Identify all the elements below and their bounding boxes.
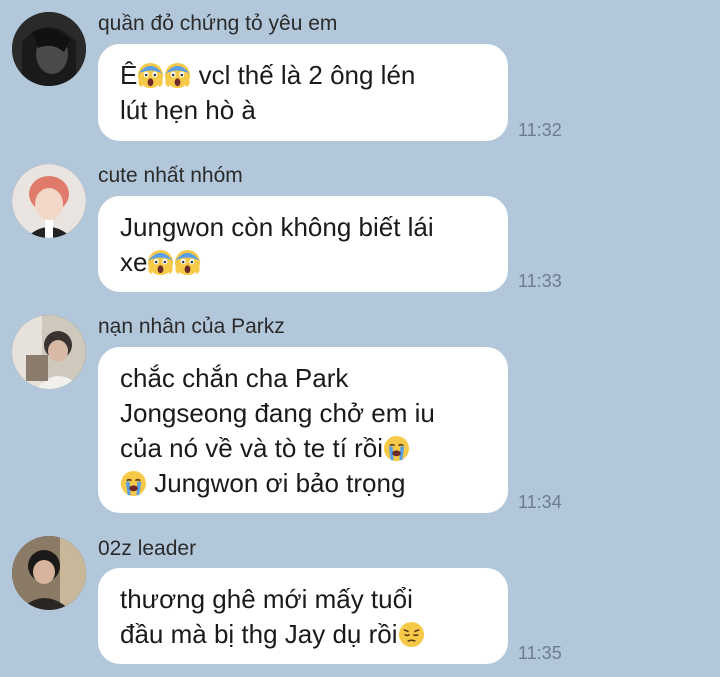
message-line: của nó về và tò te tí rồi [120,431,486,466]
message-line: Ê vcl thế là 2 ông lén [120,60,416,90]
crying-emoji-icon [120,470,147,497]
scream-emoji-icon [147,249,174,276]
scream-emoji-icon [164,62,191,89]
message-bubble[interactable]: Ê vcl thế là 2 ông lén lút hẹn hò à [98,44,508,141]
message-bubble[interactable]: chắc chắn cha Park Jongseong đang chở em… [98,347,508,513]
scream-emoji-icon [137,62,164,89]
timestamp: 11:33 [518,271,562,291]
sender-name: quần đỏ chứng tỏ yêu em [98,12,338,35]
avatar[interactable] [12,164,86,238]
sender-name: cute nhất nhóm [98,164,243,187]
message-line: thương ghê mới mấy tuổi [120,584,413,614]
avatar[interactable] [12,315,86,389]
message-line: Jungwon còn không biết lái [120,212,434,242]
message-line: Jungwon ơi bảo trọng [120,466,486,501]
message-bubble[interactable]: Jungwon còn không biết lái xe [98,196,508,292]
timestamp: 11:34 [518,492,562,512]
message-line: đầu mà bị thg Jay dụ rồi [120,617,486,652]
crying-emoji-icon [383,435,410,462]
message-line: lút hẹn hò à [120,95,256,125]
message-line: Jongseong đang chở em iu [120,398,435,428]
message-line: chắc chắn cha Park [120,363,349,393]
avatar[interactable] [12,12,86,86]
sender-name: 02z leader [98,537,197,560]
pensive-emoji-icon [398,621,425,648]
message-line: xe [120,245,486,280]
timestamp: 11:32 [518,120,562,140]
message-bubble[interactable]: thương ghê mới mấy tuổi đầu mà bị thg Ja… [98,568,508,664]
sender-name: nạn nhân của Parkz [98,315,285,338]
avatar[interactable] [12,536,86,610]
scream-emoji-icon [174,249,201,276]
timestamp: 11:35 [518,643,562,663]
